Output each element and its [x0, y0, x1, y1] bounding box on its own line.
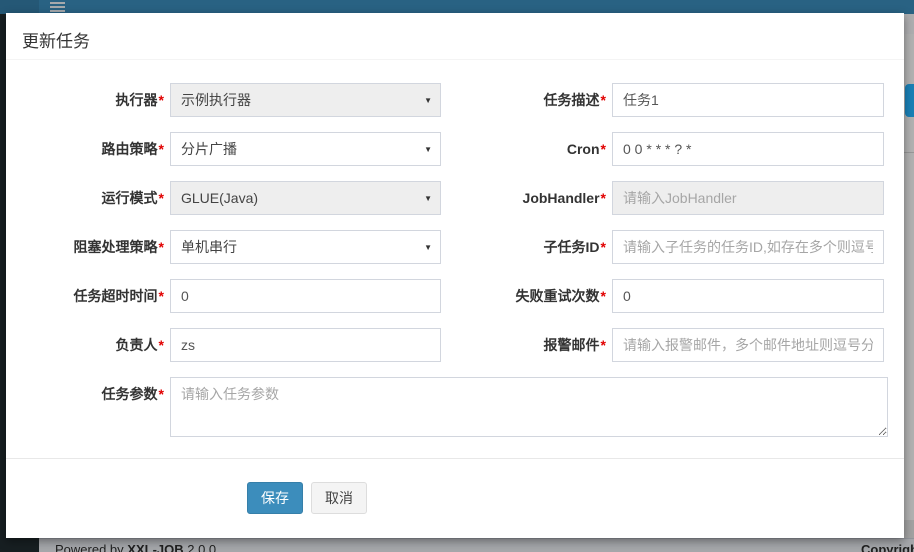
required-mark: * [601, 141, 606, 157]
chevron-down-icon: ▼ [424, 96, 432, 105]
alarm-email-input[interactable] [612, 328, 884, 362]
executor-select[interactable]: 示例执行器▼ [170, 83, 441, 117]
author-label: 负责人* [6, 328, 164, 362]
task-form: 执行器* 示例执行器▼ 任务描述* 路由策略* 分片广播▼ Cron* 运行模式… [6, 83, 904, 442]
task-param-label: 任务参数* [6, 377, 164, 411]
block-strategy-select[interactable]: 单机串行▼ [170, 230, 441, 264]
required-mark: * [159, 386, 164, 402]
route-strategy-select[interactable]: 分片广播▼ [170, 132, 441, 166]
modal-header: 更新任务 [6, 13, 904, 60]
required-mark: * [159, 92, 164, 108]
modal-title: 更新任务 [22, 32, 90, 51]
required-mark: * [159, 239, 164, 255]
form-row: 任务参数* [6, 377, 904, 442]
modal-footer-divider [6, 458, 904, 459]
jobhandler-label: JobHandler* [441, 181, 606, 215]
required-mark: * [159, 190, 164, 206]
chevron-down-icon: ▼ [424, 194, 432, 203]
task-param-textarea[interactable] [170, 377, 888, 437]
required-mark: * [601, 239, 606, 255]
chevron-down-icon: ▼ [424, 145, 432, 154]
modal-buttons: 保存 取消 [247, 482, 367, 514]
save-button[interactable]: 保存 [247, 482, 303, 514]
task-desc-label: 任务描述* [441, 83, 606, 117]
required-mark: * [601, 337, 606, 353]
alarm-email-label: 报警邮件* [441, 328, 606, 362]
scrollbar-thumb[interactable] [905, 84, 914, 117]
form-row: 运行模式* GLUE(Java)▼ JobHandler* [6, 181, 904, 215]
update-task-modal: 更新任务 执行器* 示例执行器▼ 任务描述* 路由策略* 分片广播▼ Cron*… [6, 13, 904, 538]
glue-type-select[interactable]: GLUE(Java)▼ [170, 181, 441, 215]
timeout-input[interactable] [170, 279, 441, 313]
route-strategy-label: 路由策略* [6, 132, 164, 166]
author-input[interactable] [170, 328, 441, 362]
glue-type-label: 运行模式* [6, 181, 164, 215]
fail-retry-input[interactable] [612, 279, 884, 313]
required-mark: * [159, 141, 164, 157]
chevron-down-icon: ▼ [424, 243, 432, 252]
timeout-label: 任务超时时间* [6, 279, 164, 313]
required-mark: * [601, 92, 606, 108]
cron-label: Cron* [441, 132, 606, 166]
block-strategy-label: 阻塞处理策略* [6, 230, 164, 264]
task-desc-input[interactable] [612, 83, 884, 117]
cancel-button[interactable]: 取消 [311, 482, 367, 514]
form-row: 阻塞处理策略* 单机串行▼ 子任务ID* [6, 230, 904, 264]
child-jobid-label: 子任务ID* [441, 230, 606, 264]
executor-label: 执行器* [6, 83, 164, 117]
required-mark: * [159, 288, 164, 304]
fail-retry-label: 失败重试次数* [441, 279, 606, 313]
form-row: 执行器* 示例执行器▼ 任务描述* [6, 83, 904, 117]
required-mark: * [159, 337, 164, 353]
form-row: 负责人* 报警邮件* [6, 328, 904, 362]
cron-input[interactable] [612, 132, 884, 166]
jobhandler-input[interactable] [612, 181, 884, 215]
child-jobid-input[interactable] [612, 230, 884, 264]
form-row: 任务超时时间* 失败重试次数* [6, 279, 904, 313]
form-row: 路由策略* 分片广播▼ Cron* [6, 132, 904, 166]
required-mark: * [601, 190, 606, 206]
required-mark: * [601, 288, 606, 304]
